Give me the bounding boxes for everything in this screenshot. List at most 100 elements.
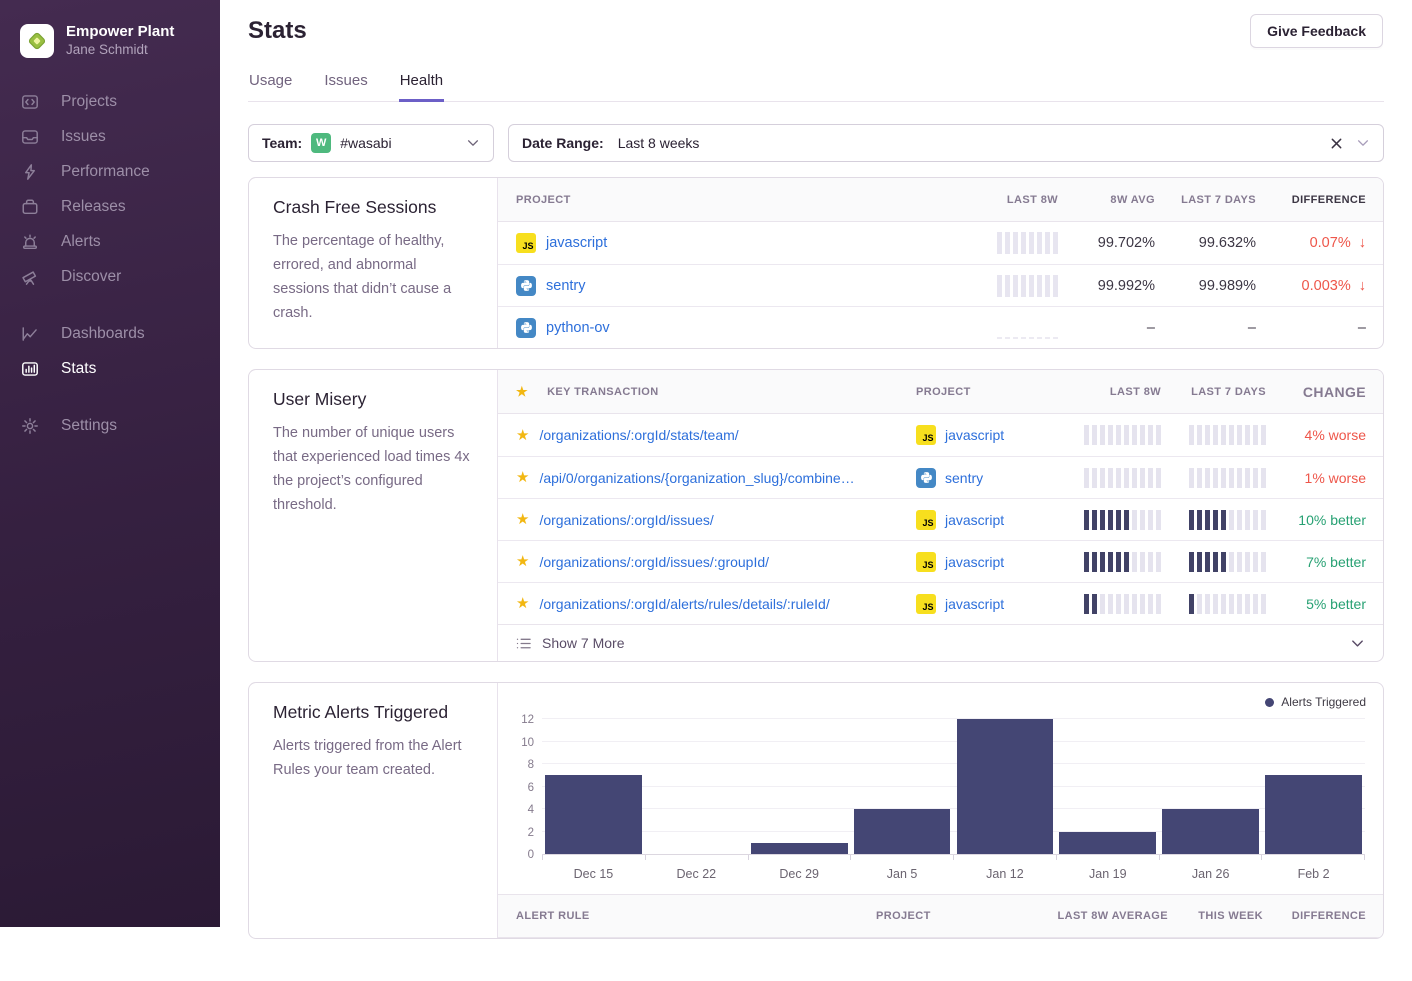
tab-usage[interactable]: Usage (248, 72, 293, 102)
gridline (542, 718, 1365, 719)
sidebar-item-label: Dashboards (61, 325, 145, 343)
sidebar: Empower Plant Jane Schmidt Projects Issu… (0, 0, 220, 927)
last-7-days-sparkline (1189, 594, 1266, 614)
last-7-days-value: – (1155, 320, 1256, 336)
sidebar-item-dashboards[interactable]: Dashboards (20, 319, 200, 349)
sidebar-item-issues[interactable]: Issues (20, 122, 200, 152)
x-axis-tick-label: Jan 5 (851, 867, 954, 881)
tab-health[interactable]: Health (399, 72, 444, 102)
column-project: PROJECT (516, 194, 958, 206)
project-link[interactable]: javascript (945, 596, 1004, 612)
transaction-link[interactable]: /organizations/:orgId/issues/ (539, 512, 713, 528)
bar-slot (542, 720, 645, 854)
column-change: CHANGE (1266, 384, 1366, 400)
chevron-down-icon (466, 136, 480, 150)
column-difference: DIFFERENCE (1263, 910, 1366, 922)
org-name: Empower Plant (66, 22, 174, 41)
bar-slot (1262, 720, 1365, 854)
trend-sparkline (997, 275, 1058, 297)
sidebar-item-releases[interactable]: Releases (20, 192, 200, 222)
clear-icon[interactable] (1330, 137, 1343, 150)
date-range-filter[interactable]: Date Range: Last 8 weeks (508, 124, 1384, 162)
star-icon: ★ (516, 470, 529, 485)
sidebar-item-settings[interactable]: Settings (20, 411, 200, 441)
bar-jan-5 (854, 809, 951, 854)
team-filter-value: #wasabi (340, 135, 391, 151)
column-last-7-days: LAST 7 DAYS (1161, 386, 1266, 398)
bar-jan-12 (957, 719, 1054, 854)
project-link[interactable]: sentry (546, 278, 586, 294)
main-area: Stats Give Feedback Usage Issues Health … (220, 0, 1412, 927)
javascript-platform-icon: JS (916, 594, 936, 614)
column-last-7-days: LAST 7 DAYS (1155, 194, 1256, 206)
javascript-platform-icon: JS (916, 510, 936, 530)
x-axis-tick-label: Jan 12 (954, 867, 1057, 881)
sidebar-item-projects[interactable]: Projects (20, 87, 200, 117)
project-link[interactable]: javascript (945, 427, 1004, 443)
crash-free-description: The percentage of healthy, errored, and … (273, 229, 473, 325)
sidebar-item-stats[interactable]: Stats (20, 354, 200, 384)
y-axis-tick-label: 0 (502, 849, 534, 861)
nav-tertiary: Settings (0, 411, 220, 441)
javascript-platform-icon: JS (916, 552, 936, 572)
last-8w-sparkline (1084, 510, 1161, 530)
sidebar-item-label: Releases (61, 198, 126, 216)
sidebar-item-label: Issues (61, 128, 106, 146)
table-row: ★ /organizations/:orgId/alerts/rules/det… (498, 582, 1383, 624)
column-last-8w-average: LAST 8W AVERAGE (1018, 910, 1168, 922)
user-misery-panel: User Misery The number of unique users t… (248, 369, 1384, 662)
show-more-label: Show 7 More (542, 635, 624, 651)
sidebar-item-label: Discover (61, 268, 121, 286)
metric-alerts-description: Alerts triggered from the Alert Rules yo… (273, 734, 473, 782)
difference-value: 0.07% ↓ (1256, 235, 1366, 251)
project-link[interactable]: sentry (945, 470, 983, 486)
metric-alerts-chart: Alerts Triggered 024681012 Dec 15Dec 22D… (498, 683, 1383, 938)
x-axis-tick-label: Dec 15 (542, 867, 645, 881)
give-feedback-button[interactable]: Give Feedback (1250, 14, 1383, 48)
trend-sparkline (997, 317, 1058, 339)
sidebar-item-alerts[interactable]: Alerts (20, 227, 200, 257)
project-link[interactable]: javascript (945, 554, 1004, 570)
x-axis-ticks (542, 855, 1365, 860)
chevron-down-icon (1350, 636, 1365, 651)
chart-legend-alerts-triggered[interactable]: Alerts Triggered (1265, 695, 1366, 709)
sidebar-item-label: Projects (61, 93, 117, 111)
x-axis-tick-label: Feb 2 (1262, 867, 1365, 881)
user-misery-title: User Misery (273, 389, 473, 410)
python-platform-icon (916, 468, 936, 488)
star-icon: ★ (516, 385, 528, 398)
bar-slot (1056, 720, 1159, 854)
project-link[interactable]: javascript (945, 512, 1004, 528)
show-more-button[interactable]: Show 7 More (498, 624, 1383, 661)
sidebar-item-label: Alerts (61, 233, 101, 251)
project-link[interactable]: javascript (546, 235, 607, 251)
transaction-link[interactable]: /organizations/:orgId/alerts/rules/detai… (539, 596, 829, 612)
sidebar-item-discover[interactable]: Discover (20, 262, 200, 292)
difference-value: 0.003% ↓ (1256, 278, 1366, 294)
sidebar-item-performance[interactable]: Performance (20, 157, 200, 187)
project-link[interactable]: python-ov (546, 320, 610, 336)
stats-icon (20, 360, 40, 378)
content: Team: W #wasabi Date Range: Last 8 weeks (220, 102, 1412, 981)
javascript-platform-icon: JS (516, 233, 536, 253)
table-row: ★ /organizations/:orgId/issues/ JS javasc… (498, 498, 1383, 540)
bar-feb-2 (1265, 775, 1362, 854)
tab-issues[interactable]: Issues (323, 72, 368, 102)
team-filter[interactable]: Team: W #wasabi (248, 124, 494, 162)
team-filter-label: Team: (262, 135, 302, 151)
transaction-link[interactable]: /api/0/organizations/{organization_slug}… (539, 470, 854, 486)
trend-sparkline (997, 232, 1058, 254)
last-7-days-sparkline (1189, 552, 1266, 572)
difference-value: – (1256, 320, 1366, 336)
transaction-link[interactable]: /organizations/:orgId/stats/team/ (539, 427, 738, 443)
star-icon: ★ (516, 512, 529, 527)
column-project: PROJECT (916, 386, 1056, 398)
org-switcher[interactable]: Empower Plant Jane Schmidt (0, 0, 220, 77)
y-axis-tick-label: 6 (502, 782, 534, 794)
crash-free-title: Crash Free Sessions (273, 197, 473, 218)
chevron-down-icon[interactable] (1356, 136, 1370, 150)
bar-dec-29 (751, 843, 848, 854)
page-title: Stats (248, 16, 1384, 46)
transaction-link[interactable]: /organizations/:orgId/issues/:groupId/ (539, 554, 769, 570)
metric-alerts-title: Metric Alerts Triggered (273, 702, 473, 723)
